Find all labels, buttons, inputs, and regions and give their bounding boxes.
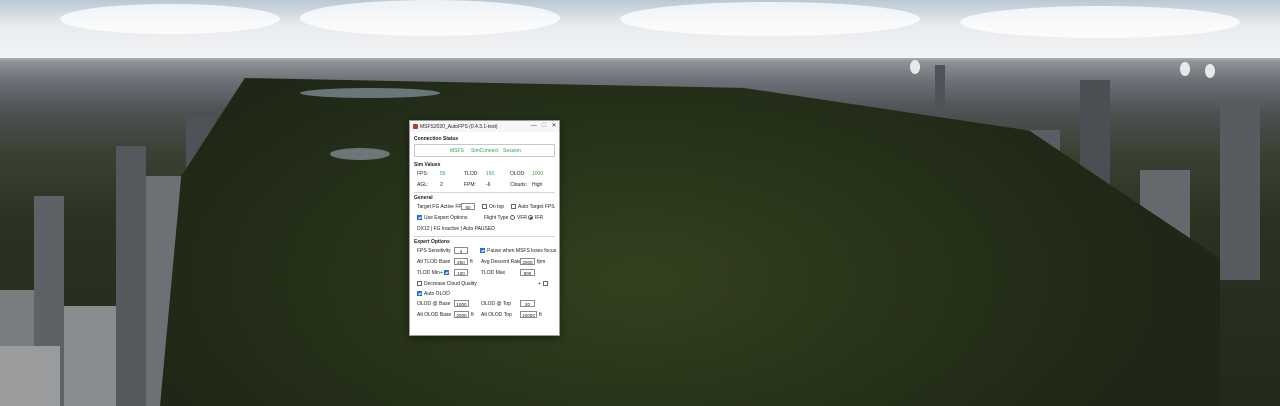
clouds-value: High xyxy=(532,181,543,188)
flight-sim-background xyxy=(0,0,1280,406)
fps-value: 56 xyxy=(440,170,446,177)
maximize-button[interactable]: ☐ xyxy=(539,121,549,132)
smoke xyxy=(1180,62,1190,76)
tlod-label: TLOD: xyxy=(464,170,479,177)
decrease-cloud-quality-checkbox[interactable] xyxy=(417,281,422,286)
pause-on-focus-loss-label: Pause when MSFS loses focus xyxy=(487,247,557,254)
cloud-plus: + xyxy=(538,280,541,287)
on-top-label: On top xyxy=(489,203,505,210)
cloud xyxy=(620,2,920,36)
tlod-min-checkbox[interactable] xyxy=(444,270,449,275)
minimize-button[interactable]: — xyxy=(529,121,539,132)
smoke xyxy=(910,60,920,74)
alt-olod-base-input[interactable]: 2000 xyxy=(454,311,469,318)
status-simconnect: SimConnect xyxy=(471,147,499,154)
status-line: DX12 | FG Inactive | Auto PAUSED xyxy=(417,225,495,232)
tlod-value: 150 xyxy=(486,170,495,177)
alt-olod-top-unit: ft xyxy=(539,311,542,318)
target-fps-input[interactable]: 60 xyxy=(461,203,475,210)
olod-base-input[interactable]: 1000 xyxy=(454,300,469,307)
vfr-label: VFR xyxy=(517,214,527,221)
fps-sensitivity-label: FPS Sensitivity xyxy=(417,247,451,254)
ifr-radio[interactable] xyxy=(528,215,533,220)
alt-olod-base-label: Alt OLOD Base xyxy=(417,311,452,318)
decrease-cloud-quality-label: Decrease Cloud Quality xyxy=(424,280,477,287)
avg-descent-unit: fpm xyxy=(537,258,546,265)
app-icon xyxy=(413,124,418,129)
tlod-max-label: TLOD Max xyxy=(481,269,506,276)
auto-target-fps-checkbox[interactable] xyxy=(511,204,516,209)
window-title: MSFS2020_AutoFPS (0.4.3.1-test) xyxy=(420,123,498,130)
fpm-label: FPM: xyxy=(464,181,476,188)
olod-base-label: OLOD @ Base xyxy=(417,300,451,307)
tlod-min-plus: + xyxy=(440,269,443,276)
tlod-min-input[interactable]: 100 xyxy=(454,269,468,276)
alt-olod-base-unit: ft xyxy=(471,311,474,318)
auto-olod-label: Auto OLOD xyxy=(424,290,450,297)
title-bar[interactable]: MSFS2020_AutoFPS (0.4.3.1-test) — ☐ ✕ xyxy=(410,121,559,132)
olod-top-input[interactable]: 20 xyxy=(520,300,535,307)
vfr-radio[interactable] xyxy=(510,215,515,220)
alt-olod-top-input[interactable]: 10000 xyxy=(520,311,537,318)
autofps-window: MSFS2020_AutoFPS (0.4.3.1-test) — ☐ ✕ Co… xyxy=(409,120,560,336)
pause-on-focus-loss-checkbox[interactable] xyxy=(480,248,485,253)
fpm-value: -6 xyxy=(486,181,491,188)
fps-label: FPS: xyxy=(417,170,429,177)
status-session: Session xyxy=(503,147,521,154)
auto-olod-checkbox[interactable] xyxy=(417,291,422,296)
avg-descent-input[interactable]: 2000 xyxy=(520,258,535,265)
alt-tlod-base-unit: ft xyxy=(470,258,473,265)
use-expert-options-checkbox[interactable] xyxy=(417,215,422,220)
use-expert-options-label: Use Expert Options xyxy=(424,214,468,221)
agl-label: AGL: xyxy=(417,181,429,188)
smoke xyxy=(1205,64,1215,78)
olod-label: OLOD: xyxy=(510,170,526,177)
connection-status-header: Connection Status xyxy=(414,136,459,142)
target-fps-label: Target FG Active FPS xyxy=(417,203,466,210)
flight-type-label: Flight Type xyxy=(484,214,509,221)
auto-target-fps-label: Auto Target FPS xyxy=(518,203,555,210)
olod-value: 1000 xyxy=(532,170,544,177)
alt-tlod-base-input[interactable]: 250 xyxy=(454,258,468,265)
avg-descent-label: Avg Descent Rate xyxy=(481,258,522,265)
tlod-min-label: TLOD Min xyxy=(417,269,440,276)
ifr-label: IFR xyxy=(535,214,544,221)
agl-value: 2 xyxy=(440,181,443,188)
cloud xyxy=(60,4,280,34)
close-button[interactable]: ✕ xyxy=(549,121,559,132)
status-msfs: MSFS xyxy=(450,147,464,154)
connection-status-box: MSFS SimConnect Session xyxy=(414,144,555,157)
on-top-checkbox[interactable] xyxy=(482,204,487,209)
alt-olod-top-label: Alt OLOD Top xyxy=(481,311,512,318)
pond xyxy=(330,148,390,160)
fps-sensitivity-input[interactable]: 4 xyxy=(454,247,468,254)
alt-tlod-base-label: Alt TLOD Base xyxy=(417,258,451,265)
reservoir xyxy=(300,88,440,98)
cloud xyxy=(960,6,1240,38)
olod-top-label: OLOD @ Top xyxy=(481,300,511,307)
cloud xyxy=(300,0,560,36)
cloud-extra-checkbox[interactable] xyxy=(543,281,548,286)
clouds-label: Clouds: xyxy=(510,181,527,188)
tlod-max-input[interactable]: 800 xyxy=(520,269,535,276)
